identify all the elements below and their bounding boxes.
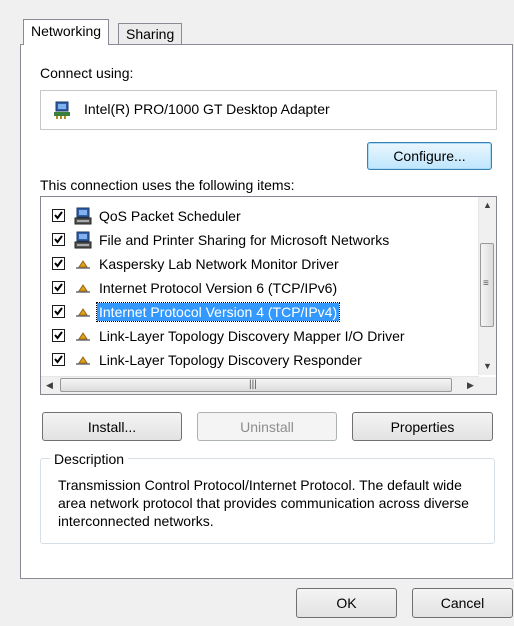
configure-button[interactable]: Configure... <box>367 142 492 170</box>
checkmark-icon <box>54 259 63 268</box>
adapter-box: Intel(R) PRO/1000 GT Desktop Adapter <box>40 90 497 130</box>
item-label: Link-Layer Topology Discovery Responder <box>99 352 362 368</box>
adapter-name: Intel(R) PRO/1000 GT Desktop Adapter <box>84 101 330 117</box>
protocol-icon <box>76 332 90 341</box>
protocol-icon <box>76 260 90 269</box>
checkmark-icon <box>54 331 63 340</box>
checkbox[interactable] <box>52 305 65 318</box>
install-button[interactable]: Install... <box>42 412 182 441</box>
list-item[interactable]: File and Printer Sharing for Microsoft N… <box>41 228 471 252</box>
list-item[interactable]: QoS Packet Scheduler <box>41 204 471 228</box>
scroll-right-icon[interactable]: ▶ <box>462 377 479 394</box>
list-item-selected[interactable]: Internet Protocol Version 4 (TCP/IPv4) <box>41 300 471 324</box>
checkmark-icon <box>54 355 63 364</box>
scroll-left-icon[interactable]: ◀ <box>41 377 58 394</box>
tab-networking[interactable]: Networking <box>23 19 110 45</box>
cancel-button[interactable]: Cancel <box>412 588 513 618</box>
checkmark-icon <box>54 235 63 244</box>
description-title: Description <box>50 450 129 468</box>
connect-using-label: Connect using: <box>40 65 134 81</box>
tab-sharing[interactable]: Sharing <box>118 23 183 45</box>
list-item[interactable]: Link-Layer Topology Discovery Responder <box>41 348 471 372</box>
horizontal-scroll-thumb[interactable]: ||| <box>60 378 452 392</box>
list-item[interactable]: Kaspersky Lab Network Monitor Driver <box>41 252 471 276</box>
grip-icon: ≡ <box>483 278 489 289</box>
ok-button[interactable]: OK <box>296 588 397 618</box>
checkbox[interactable] <box>52 329 65 342</box>
checkbox[interactable] <box>52 353 65 366</box>
list-item[interactable]: Internet Protocol Version 6 (TCP/IPv6) <box>41 276 471 300</box>
items-label: This connection uses the following items… <box>40 177 295 193</box>
checkmark-icon <box>54 211 63 220</box>
checkbox[interactable] <box>52 233 65 246</box>
scrollbar-corner <box>479 377 496 394</box>
scroll-down-icon[interactable]: ▼ <box>479 358 496 375</box>
grip-icon: ||| <box>249 379 257 390</box>
scroll-up-icon[interactable]: ▲ <box>479 197 496 214</box>
horizontal-scrollbar[interactable]: ◀ ||| ▶ <box>41 376 479 394</box>
checkbox[interactable] <box>52 281 65 294</box>
description-text: Transmission Control Protocol/Internet P… <box>58 477 469 529</box>
uninstall-button[interactable]: Uninstall <box>197 412 337 441</box>
checkbox[interactable] <box>52 257 65 270</box>
protocol-icon <box>76 308 90 317</box>
properties-button[interactable]: Properties <box>352 412 493 441</box>
list-item[interactable]: Link-Layer Topology Discovery Mapper I/O… <box>41 324 471 348</box>
checkmark-icon <box>54 307 63 316</box>
protocol-icon <box>76 284 90 293</box>
vertical-scroll-thumb[interactable]: ≡ <box>480 243 494 327</box>
item-label: Link-Layer Topology Discovery Mapper I/O… <box>99 328 405 344</box>
network-service-icon <box>74 231 92 249</box>
item-label: File and Printer Sharing for Microsoft N… <box>99 232 390 248</box>
protocol-icon <box>76 356 90 365</box>
vertical-scrollbar[interactable]: ▲ ≡ ▼ <box>478 197 496 375</box>
item-label: QoS Packet Scheduler <box>99 208 241 224</box>
item-label: Internet Protocol Version 6 (TCP/IPv6) <box>99 280 338 296</box>
item-label: Internet Protocol Version 4 (TCP/IPv4) <box>95 302 341 322</box>
network-adapter-icon <box>54 101 70 119</box>
checkmark-icon <box>54 283 63 292</box>
network-service-icon <box>74 207 92 225</box>
checkbox[interactable] <box>52 209 65 222</box>
items-list[interactable]: QoS Packet Scheduler File and Printer Sh… <box>40 196 497 395</box>
item-label: Kaspersky Lab Network Monitor Driver <box>99 256 339 272</box>
